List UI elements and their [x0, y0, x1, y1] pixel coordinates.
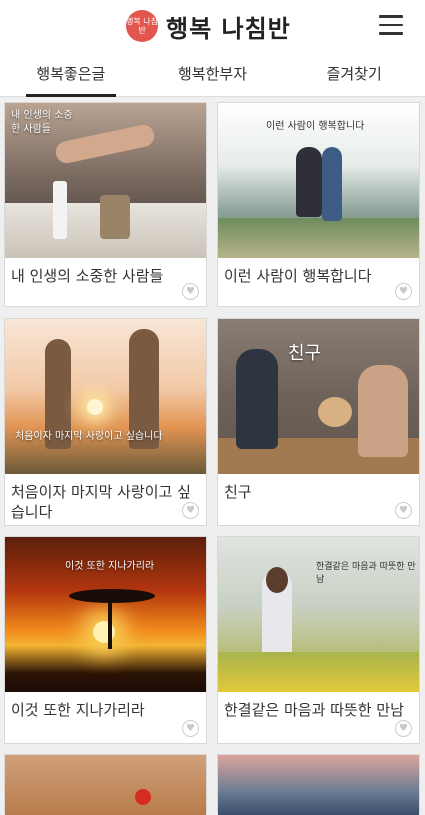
- tab-happy-quotes[interactable]: 행복좋은글: [0, 52, 142, 97]
- app-logo[interactable]: 행복 나침반 행복 나침반: [126, 9, 291, 43]
- heart-icon[interactable]: ♥: [395, 283, 412, 300]
- card-item[interactable]: 이것 또한 지나가리라 이것 또한 지나가리라 ♥: [4, 536, 207, 744]
- card-overlay-text: 이것 또한 지나가리라: [65, 561, 155, 572]
- card-thumbnail: [218, 755, 419, 815]
- heart-icon[interactable]: ♥: [182, 502, 199, 519]
- card-item[interactable]: 내 인생의 소중한 사람들 내 인생의 소중한 사람들 ♥: [4, 102, 207, 307]
- card-thumbnail: 친구: [218, 319, 419, 474]
- app-title: 행복 나침반: [166, 13, 291, 43]
- card-caption: 친구: [224, 483, 252, 501]
- card-caption: 한결같은 마음과 따뜻한 만남: [224, 701, 404, 719]
- card-item[interactable]: 친구 친구 ♥: [217, 318, 420, 526]
- app-header: 행복 나침반 행복 나침반: [0, 0, 425, 52]
- card-overlay-text: 이런 사람이 행복합니다: [266, 121, 365, 132]
- card-thumbnail: 이런 사람이 행복합니다: [218, 103, 419, 258]
- card-item[interactable]: 처음이자 마지막 사랑이고 싶습니다 처음이자 마지막 사랑이고 싶습니다 ♥: [4, 318, 207, 526]
- card-caption: 처음이자 마지막 사랑이고 싶습니다: [11, 483, 191, 521]
- card-thumbnail: [5, 755, 206, 815]
- tab-happy-rich[interactable]: 행복한부자: [142, 52, 284, 96]
- hamburger-menu-icon[interactable]: [379, 15, 403, 35]
- card-thumbnail: 처음이자 마지막 사랑이고 싶습니다: [5, 319, 206, 474]
- heart-icon[interactable]: ♥: [182, 283, 199, 300]
- tab-bar: 행복좋은글 행복한부자 즐겨찾기: [0, 52, 425, 97]
- heart-icon[interactable]: ♥: [182, 720, 199, 737]
- card-overlay-text: 내 인생의 소중한 사람들: [11, 110, 73, 135]
- heart-icon[interactable]: ♥: [395, 720, 412, 737]
- card-caption: 이것 또한 지나가리라: [11, 701, 145, 719]
- card-thumbnail: 내 인생의 소중한 사람들: [5, 103, 206, 258]
- heart-icon[interactable]: ♥: [395, 502, 412, 519]
- card-item[interactable]: 한결같은 마음과 따뜻한 만남 한결같은 마음과 따뜻한 만남 ♥: [217, 536, 420, 744]
- tab-favorites[interactable]: 즐겨찾기: [283, 52, 425, 96]
- card-overlay-text: 한결같은 마음과 따뜻한 만남: [316, 562, 416, 585]
- card-caption: 이런 사람이 행복합니다: [224, 267, 372, 285]
- card-thumbnail: 한결같은 마음과 따뜻한 만남: [218, 537, 419, 692]
- card-caption: 내 인생의 소중한 사람들: [11, 267, 164, 285]
- card-item[interactable]: 이런 사람이 행복합니다 이런 사람이 행복합니다 ♥: [217, 102, 420, 307]
- card-item[interactable]: [4, 754, 207, 815]
- card-thumbnail: 이것 또한 지나가리라: [5, 537, 206, 692]
- card-overlay-text: 처음이자 마지막 사랑이고 싶습니다: [15, 431, 163, 442]
- card-item[interactable]: [217, 754, 420, 815]
- logo-badge: 행복 나침반: [126, 10, 158, 42]
- card-overlay-text: 친구: [288, 343, 322, 364]
